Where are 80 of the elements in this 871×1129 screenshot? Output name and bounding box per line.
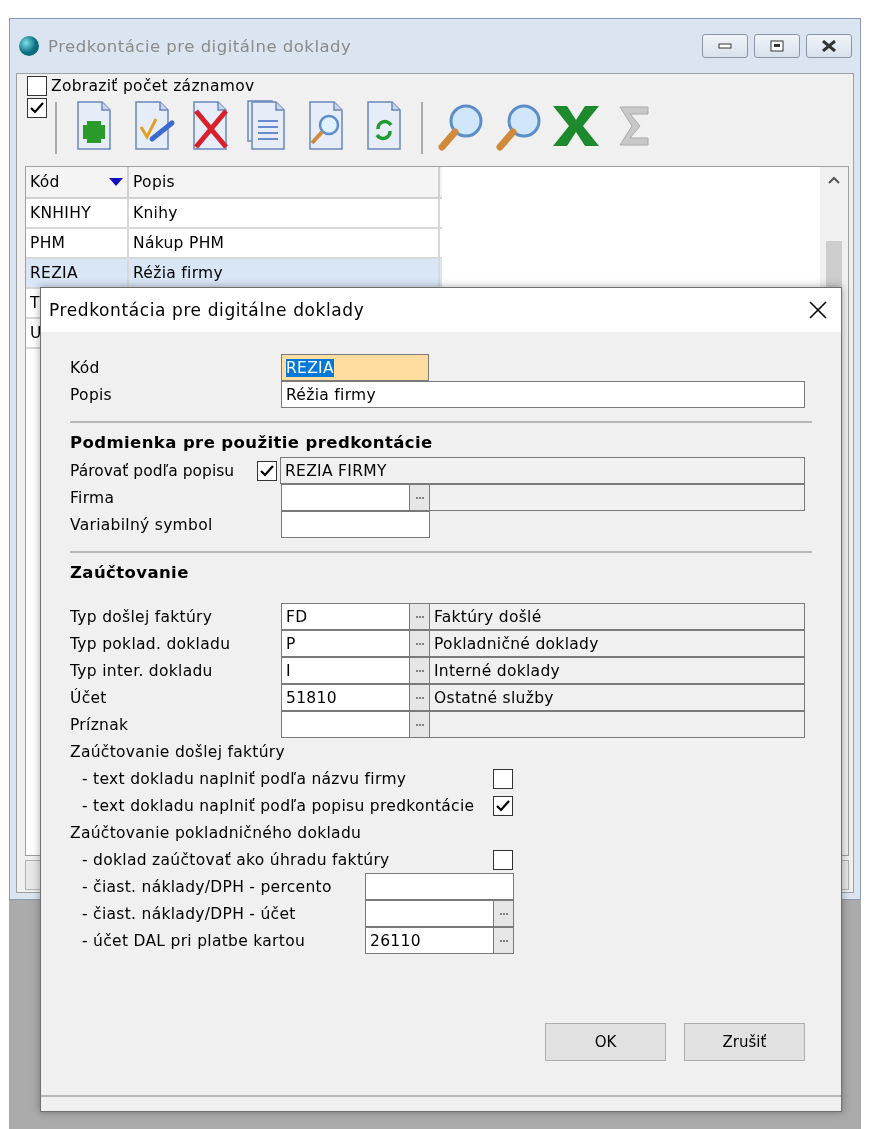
ellipsis-icon <box>415 496 424 499</box>
sort-icon <box>109 178 123 186</box>
input-field[interactable]: I <box>281 657 410 684</box>
field-label: Firma <box>70 488 116 507</box>
input-field: Ostatné služby <box>430 684 805 711</box>
column-header[interactable]: Kód <box>26 167 129 197</box>
input-field[interactable]: 26110 <box>365 927 494 954</box>
ellipsis-button[interactable] <box>410 603 430 630</box>
close-button[interactable] <box>806 34 852 58</box>
table-cell[interactable]: Nákup PHM <box>129 229 440 257</box>
group-title: Zaúčtovanie pokladničného dokladu <box>70 822 363 844</box>
ellipsis-icon <box>415 696 424 699</box>
field-label: Popis <box>70 385 113 404</box>
ellipsis-button[interactable] <box>494 927 514 954</box>
field-label: Typ došlej faktúry <box>70 607 214 626</box>
section-heading: Zaúčtovanie <box>70 563 190 584</box>
ellipsis-button[interactable] <box>410 630 430 657</box>
checkbox[interactable] <box>493 849 513 870</box>
table-cell[interactable]: PHM <box>26 229 129 257</box>
checkbox[interactable] <box>257 460 277 481</box>
ok-button[interactable]: OK <box>545 1023 666 1061</box>
ellipsis-icon <box>415 642 424 645</box>
close-icon[interactable] <box>809 301 827 319</box>
input-field[interactable] <box>365 900 494 927</box>
ellipsis-button[interactable] <box>410 657 430 684</box>
checkbox-label: Zobraziť počet záznamov <box>51 77 255 95</box>
table-cell[interactable]: Knihy <box>129 199 440 227</box>
field-label: Typ inter. dokladu <box>70 661 214 680</box>
input-field[interactable] <box>281 511 430 538</box>
spreadsheet-icon[interactable] <box>551 104 601 148</box>
input-field: Pokladničné doklady <box>430 630 805 657</box>
field-label: Párovať podľa popisu <box>70 461 236 480</box>
ellipsis-button[interactable] <box>410 484 430 511</box>
checkbox[interactable] <box>27 76 47 96</box>
field-label: - účet DAL pri platbe kartou <box>82 931 307 950</box>
input-field: Faktúry došlé <box>430 603 805 630</box>
ellipsis-icon <box>415 723 424 726</box>
ellipsis-button[interactable] <box>410 684 430 711</box>
checkbox[interactable] <box>493 795 513 816</box>
restore-icon <box>770 40 784 52</box>
ellipsis-icon <box>499 939 508 942</box>
dialog-title: Predkontácia pre digitálne doklady <box>49 300 365 320</box>
field-label: - doklad zaúčtovať ako úhradu faktúry <box>82 850 391 869</box>
input-field[interactable] <box>281 711 410 738</box>
close-icon <box>821 40 837 52</box>
input-field[interactable]: P <box>281 630 410 657</box>
minimize-button[interactable] <box>702 34 748 58</box>
group-title: Zaúčtovanie došlej faktúry <box>70 741 286 763</box>
table-cell[interactable]: KNHIHY <box>26 199 129 227</box>
minimize-icon <box>718 43 732 49</box>
checkbox[interactable] <box>27 98 47 118</box>
input-field[interactable]: REZIA FIRMY <box>280 457 805 484</box>
input-field[interactable] <box>365 873 514 900</box>
checkbox[interactable] <box>493 768 513 789</box>
window-title: Predkontácie pre digitálne doklady <box>48 36 353 56</box>
field-label: Príznak <box>70 715 130 734</box>
field-label: Variabilný symbol <box>70 515 214 534</box>
ellipsis-icon <box>415 669 424 672</box>
field-label: - čiast. náklady/DPH - percento <box>82 877 333 896</box>
input-field[interactable]: Réžia firmy <box>281 381 805 408</box>
field-label: - text dokladu naplniť podľa popisu predkontácie <box>82 796 476 815</box>
ellipsis-icon <box>499 912 508 915</box>
ellipsis-icon <box>415 615 424 618</box>
input-field[interactable] <box>281 484 410 511</box>
field-label: Typ poklad. dokladu <box>70 634 232 653</box>
globe-icon <box>18 35 40 57</box>
column-header[interactable]: Popis <box>129 167 440 197</box>
input-field[interactable]: REZIA <box>281 354 429 381</box>
cancel-button[interactable]: Zrušiť <box>684 1023 805 1061</box>
field-label: - čiast. náklady/DPH - účet <box>82 904 297 923</box>
input-field[interactable]: FD <box>281 603 410 630</box>
ellipsis-button[interactable] <box>410 711 430 738</box>
field-label: Účet <box>70 688 108 707</box>
restore-button[interactable] <box>754 34 800 58</box>
input-field: Interné doklady <box>430 657 805 684</box>
section-heading: Podmienka pre použitie predkontácie <box>70 433 434 454</box>
field-label: - text dokladu naplniť podľa názvu firmy <box>82 769 408 788</box>
field-label: Kód <box>70 358 101 377</box>
ellipsis-button[interactable] <box>494 900 514 927</box>
input-field[interactable]: 51810 <box>281 684 410 711</box>
